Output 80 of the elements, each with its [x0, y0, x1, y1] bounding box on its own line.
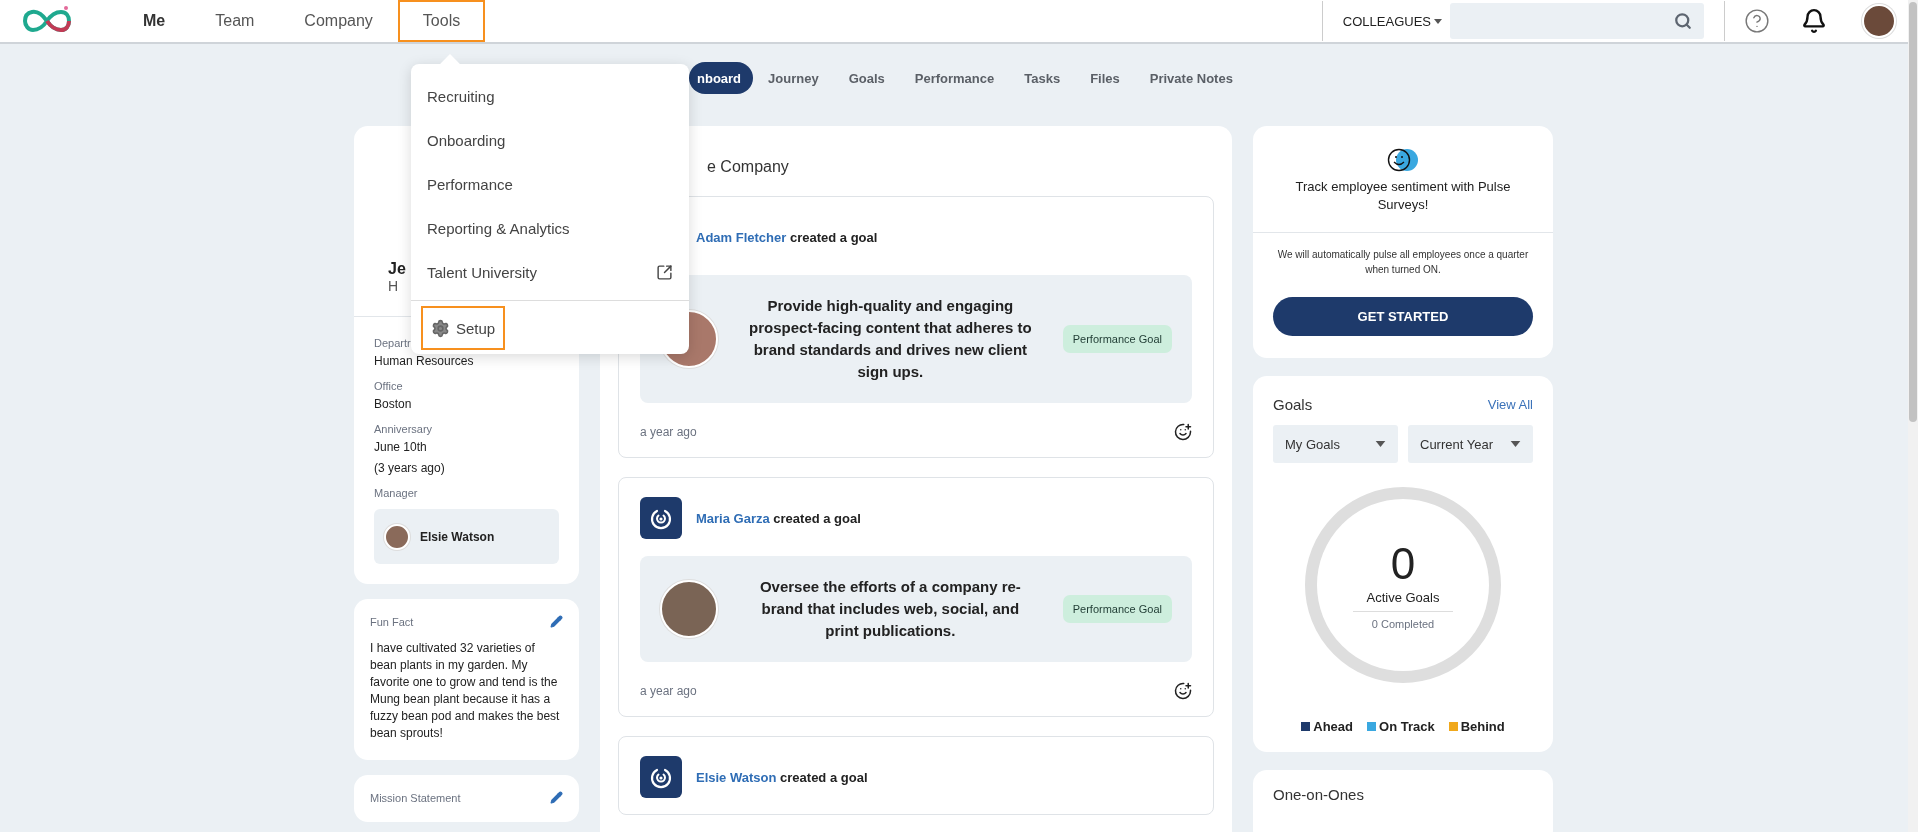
search-scope-dropdown[interactable]: COLLEAGUES: [1322, 13, 1450, 29]
fun-fact-text: I have cultivated 32 varieties of bean plants in my garden. My favorite one to grow and tend is the Mung bean plant because it has a fuzzy bean pod and makes the best bean sprouts!: [370, 640, 561, 742]
scrollbar[interactable]: [1908, 0, 1918, 832]
nav-tab[interactable]: Tools: [397, 0, 486, 42]
nav-tab[interactable]: Me: [118, 0, 191, 42]
caret-icon: [1510, 441, 1521, 447]
feed-headline: Adam Fletcher created a goal: [696, 229, 878, 245]
goal-text: Provide high-quality and engaging prospect-facing content that adheres to brand standards and drives new client sign ups.: [748, 296, 1033, 382]
caret-icon: [1434, 18, 1442, 24]
add-reaction-button[interactable]: [1174, 682, 1192, 700]
profile-tab[interactable]: Goals: [833, 62, 900, 94]
profile-tab[interactable]: nboard: [689, 62, 754, 94]
card-title: Goals: [1273, 396, 1313, 413]
timestamp: a year ago: [640, 425, 697, 439]
profile-tab[interactable]: Files: [1075, 62, 1135, 94]
card-title: Fun Fact: [370, 615, 414, 628]
help-button[interactable]: [1744, 8, 1770, 34]
field-value: Boston: [374, 396, 413, 413]
goal-count-label: Active Goals: [1352, 588, 1454, 612]
card-title: Mission Statement: [370, 791, 461, 804]
field-label: Anniversary: [374, 423, 434, 435]
search-field[interactable]: [1450, 3, 1704, 39]
profile-tab[interactable]: Journey: [753, 62, 834, 94]
search-icon: [1674, 12, 1692, 30]
edit-button[interactable]: [550, 615, 563, 628]
profile-tab[interactable]: Private Notes: [1134, 62, 1248, 94]
manager-avatar: [384, 523, 410, 550]
user-avatar[interactable]: [1862, 4, 1896, 38]
notifications-button[interactable]: [1801, 8, 1827, 34]
author-link[interactable]: Elsie Watson: [696, 769, 777, 785]
goal-icon: [640, 756, 682, 798]
profile-title: H: [388, 278, 399, 294]
field-label: Manager: [374, 487, 419, 499]
profile-tab[interactable]: Performance: [899, 62, 1010, 94]
feed-headline: Maria Garza created a goal: [696, 510, 861, 526]
field-value: Human Resources: [374, 353, 475, 370]
goal-icon: [640, 497, 682, 539]
add-reaction-button[interactable]: [1174, 423, 1192, 441]
external-link-icon: [656, 263, 673, 281]
get-started-button[interactable]: GET STARTED: [1273, 297, 1533, 336]
menu-item[interactable]: Talent University: [411, 250, 689, 294]
legend-label: Ahead: [1313, 719, 1353, 734]
goal-type-tag: Performance Goal: [1062, 325, 1172, 353]
field-label: Office: [374, 380, 404, 392]
nav-tab[interactable]: Team: [190, 0, 280, 42]
author-link[interactable]: Adam Fletcher: [696, 229, 787, 245]
legend-label: On Track: [1379, 719, 1435, 734]
pulse-note: We will automatically pulse all employees once a quarter when turned ON.: [1276, 248, 1530, 277]
profile-name: Je: [388, 260, 406, 278]
edit-button[interactable]: [550, 791, 563, 804]
profile-tab[interactable]: Tasks: [1009, 62, 1076, 94]
manager-chip[interactable]: Elsie Watson: [374, 509, 559, 564]
field-value: June 10th: [374, 439, 428, 456]
view-all-link[interactable]: View All: [1487, 397, 1533, 412]
menu-item[interactable]: Recruiting: [411, 74, 689, 118]
photo-placeholder: [660, 580, 718, 638]
pulse-title: Track employee sentiment with Pulse Surveys!: [1294, 178, 1512, 214]
completed-count: 0 Completed: [1371, 618, 1435, 630]
menu-item[interactable]: Performance: [411, 162, 689, 206]
goal-type-tag: Performance Goal: [1062, 595, 1172, 623]
menu-item[interactable]: Reporting & Analytics: [411, 206, 689, 250]
menu-item[interactable]: Onboarding: [411, 118, 689, 162]
feed-title: e Company: [706, 157, 790, 177]
field-value: (3 years ago): [374, 460, 446, 477]
settings-icon: [431, 318, 450, 338]
goal-count: 0: [1390, 540, 1416, 588]
author-link[interactable]: Maria Garza: [696, 510, 770, 526]
filter-dropdown[interactable]: Current Year: [1408, 425, 1533, 463]
card-title: One-on-Ones: [1273, 786, 1364, 803]
nav-tab[interactable]: Company: [279, 0, 398, 42]
smiley-icon: [1387, 148, 1419, 172]
feed-headline: Elsie Watson created a goal: [696, 769, 868, 785]
filter-dropdown[interactable]: My Goals: [1273, 425, 1398, 463]
timestamp: a year ago: [640, 684, 697, 698]
manager-name: Elsie Watson: [420, 529, 495, 544]
goal-text: Oversee the efforts of a company re-brand that includes web, social, and print publications.: [758, 577, 1022, 641]
field-label: Departr: [374, 337, 412, 349]
legend-label: Behind: [1460, 719, 1505, 734]
caret-icon: [1375, 441, 1386, 447]
setup-menu-item[interactable]: Setup: [421, 306, 506, 350]
